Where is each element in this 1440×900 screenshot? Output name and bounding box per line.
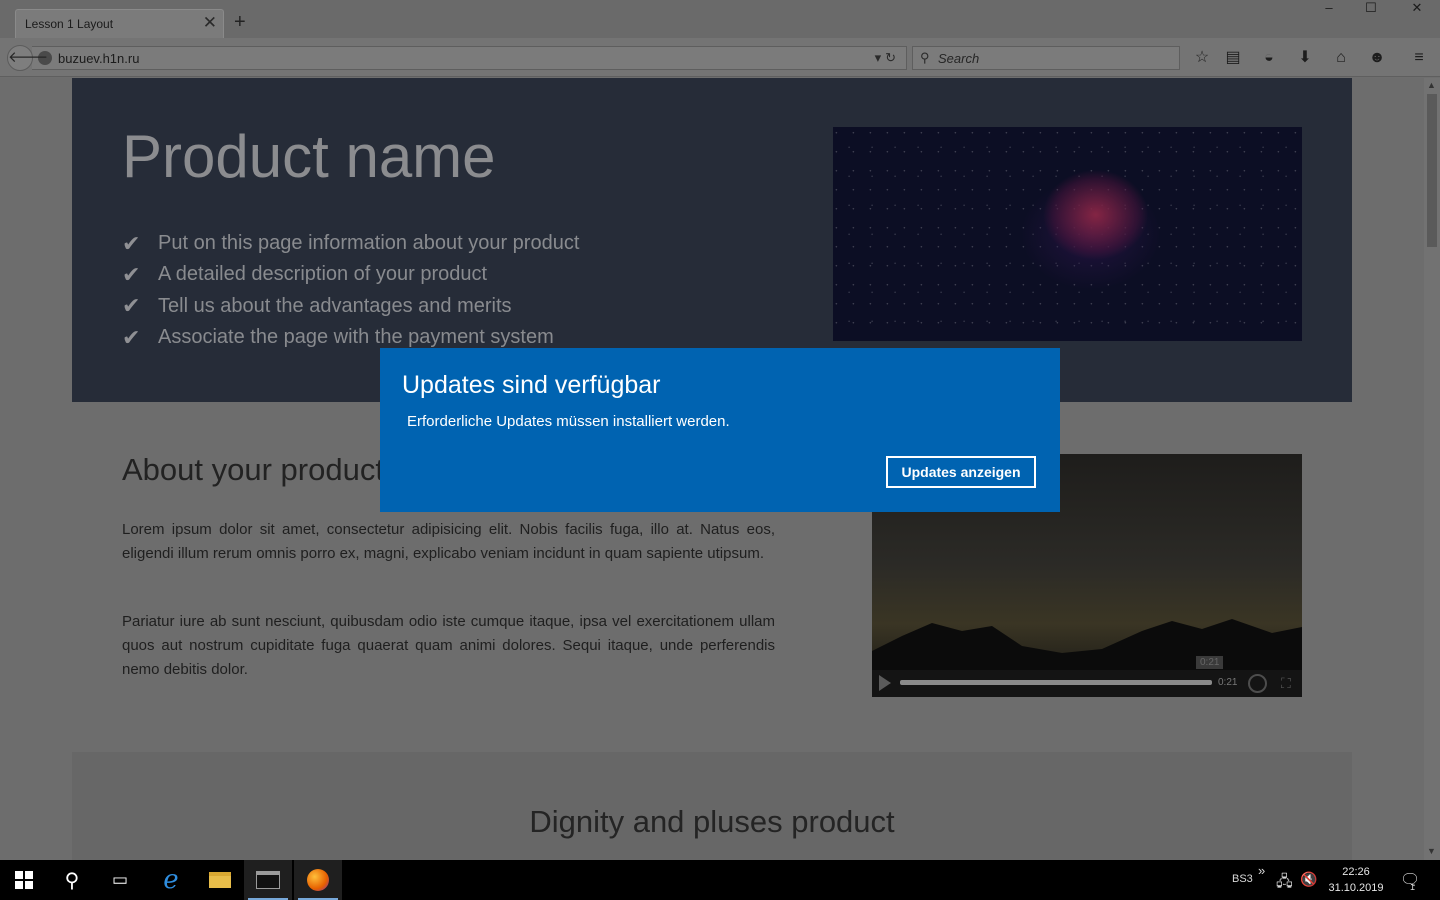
volume-muted-icon[interactable]: 🔇 [1300,871,1317,888]
check-icon: ✔ [122,230,141,256]
chat-icon[interactable]: ☻ [1366,47,1388,69]
task-view-icon: ▭ [111,870,129,889]
keyboard-layout[interactable]: BS3 [1232,873,1253,885]
mute-icon[interactable] [1248,674,1267,693]
notification-count: 1 [1410,882,1416,892]
product-title: Product name [122,123,496,190]
clock[interactable]: 22:26 31.10.2019 [1318,864,1394,896]
check-icon: ✔ [122,324,141,350]
dignity-section: Dignity and pluses product [72,752,1352,860]
nebula-image [833,127,1302,341]
folder-icon [209,872,231,888]
play-icon[interactable] [879,675,891,691]
feature-item: ✔ Put on this page information about your… [122,228,579,259]
page-scrollbar[interactable]: ▲ ▼ [1424,78,1440,860]
minimize-button[interactable]: – [1306,0,1352,18]
firefox-icon [307,869,329,891]
taskbar: ⚲ ▭ e BS3 » 🖧 🔇 22:26 31.10.2019 🗨 1 [0,860,1440,900]
firefox-button[interactable] [294,860,342,900]
task-view-button[interactable]: ▭ [96,860,144,900]
network-icon[interactable]: 🖧 [1276,871,1293,896]
feature-text: Put on this page information about your … [158,232,580,255]
feature-text: Tell us about the advantages and merits [158,294,512,317]
pocket-icon[interactable]: ◒ [1258,47,1280,69]
url-bar[interactable]: buzuev.h1n.ru ▾↻ [32,46,907,70]
browser-titlebar: Lesson 1 Layout ✕ + – ☐ ✕ [0,0,1440,38]
reload-icon[interactable]: ▾↻ [875,50,900,66]
feature-item: ✔ Tell us about the advantages and merits [122,291,579,322]
back-arrow-icon: 🡐 [8,49,49,66]
internet-explorer-icon: e [163,865,179,895]
tray-overflow-icon[interactable]: » [1258,863,1265,878]
url-text[interactable]: buzuev.h1n.ru [58,51,139,66]
about-title: About your product [122,452,384,487]
windows-logo-icon [15,871,33,889]
dialog-title: Updates sind verfügbar [402,371,661,399]
start-button[interactable] [0,860,48,900]
mountain-silhouette [872,619,1302,671]
about-paragraph: Pariatur iure ab sunt nesciunt, quibusda… [122,613,775,678]
close-window-button[interactable]: ✕ [1394,0,1440,18]
download-icon[interactable]: ⬇ [1294,47,1316,69]
tab-lesson-1-layout[interactable]: Lesson 1 Layout ✕ [15,9,224,38]
video-controls: 0:21 0:21 ⛶ [872,656,1302,697]
search-taskbar-button[interactable]: ⚲ [48,860,96,900]
reading-list-icon[interactable]: ▤ [1222,47,1244,69]
about-paragraph: Lorem ipsum dolor sit amet, consectetur … [122,521,775,562]
file-explorer-button[interactable] [196,860,244,900]
feature-list: ✔ Put on this page information about your… [122,228,579,353]
maximize-button[interactable]: ☐ [1348,0,1394,18]
feature-item: ✔ A detailed description of your product [122,259,579,290]
scroll-down-icon[interactable]: ▼ [1427,846,1436,856]
back-button[interactable]: 🡐 [7,45,48,71]
feature-text: Associate the page with the payment syst… [158,326,554,349]
dignity-title: Dignity and pluses product [529,804,895,839]
check-icon: ✔ [122,293,141,319]
video-time: 0:21 [1218,677,1238,688]
time-tooltip: 0:21 [1196,656,1224,669]
bookmark-star-icon[interactable]: ☆ [1191,47,1213,69]
scrollbar-thumb[interactable] [1427,94,1437,247]
video-progress-bar[interactable] [900,680,1212,685]
tab-close-icon[interactable]: ✕ [203,13,217,33]
navigation-toolbar: buzuev.h1n.ru ▾↻ 🡐 ⚲ ☆ ▤ ◒ ⬇ ⌂ ☻ ≡ [0,38,1440,77]
menu-icon[interactable]: ≡ [1408,47,1430,69]
dialog-message: Erforderliche Updates müssen installiert… [407,413,730,430]
scroll-up-icon[interactable]: ▲ [1427,80,1436,90]
search-icon: ⚲ [64,869,80,892]
tab-title: Lesson 1 Layout [25,17,114,31]
search-input[interactable] [938,49,1168,67]
check-icon: ✔ [122,261,141,287]
search-bar[interactable]: ⚲ [912,46,1180,70]
console-icon [256,871,280,889]
search-icon: ⚲ [920,50,930,65]
internet-explorer-button[interactable]: e [147,860,195,900]
new-tab-button[interactable]: + [234,11,246,33]
clock-time: 22:26 [1342,866,1370,878]
show-updates-button[interactable]: Updates anzeigen [886,456,1036,488]
clock-date: 31.10.2019 [1328,882,1384,894]
home-icon[interactable]: ⌂ [1330,47,1352,69]
fullscreen-icon[interactable]: ⛶ [1281,675,1291,692]
console-button[interactable] [244,860,292,900]
update-dialog: Updates sind verfügbar Erforderliche Upd… [380,348,1060,512]
feature-text: A detailed description of your product [158,263,488,286]
